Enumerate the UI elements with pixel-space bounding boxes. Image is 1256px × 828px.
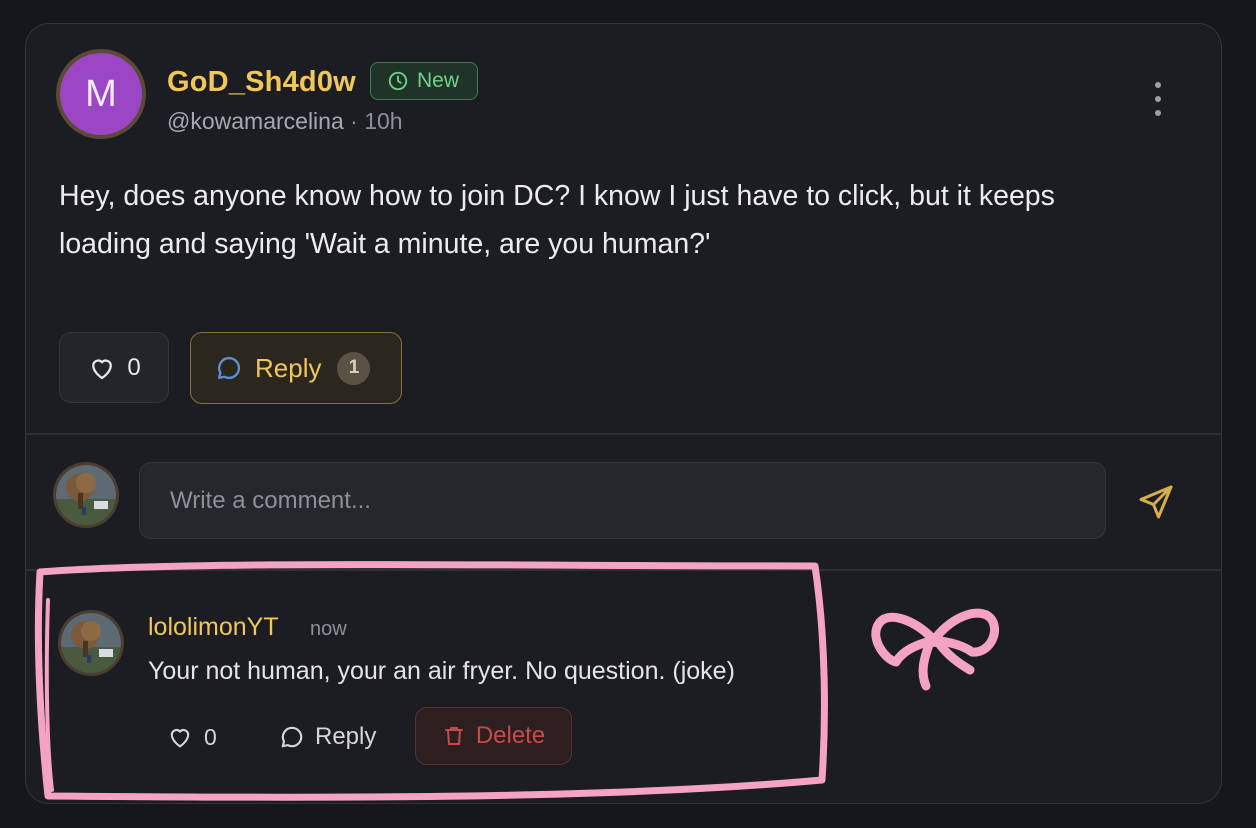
comment-reply-label: Reply: [315, 723, 377, 750]
author-handle[interactable]: @kowamarcelina: [167, 108, 344, 134]
commenter-avatar[interactable]: [61, 613, 121, 673]
comment-like-button[interactable]: 0: [166, 720, 217, 754]
post-text-line: loading and saying 'Wait a minute, are y…: [59, 228, 711, 260]
like-button[interactable]: 0: [59, 332, 169, 403]
send-button[interactable]: [1134, 480, 1178, 524]
like-count: 0: [127, 353, 141, 381]
reply-label: Reply: [255, 352, 322, 383]
more-options-icon[interactable]: [1146, 82, 1170, 116]
post-body: Hey, does anyone know how to join DC? I …: [59, 172, 1179, 268]
reply-count-badge: 1: [337, 351, 371, 385]
clock-icon: [388, 71, 408, 91]
new-badge: New: [370, 62, 479, 100]
divider: [26, 569, 1221, 571]
comment-text: Your not human, your an air fryer. No qu…: [148, 657, 735, 685]
author-name[interactable]: GoD_Sh4d0w: [167, 66, 356, 99]
delete-label: Delete: [475, 722, 546, 749]
chat-bubble-icon: [281, 726, 303, 748]
heart-icon: [170, 729, 190, 748]
badge-label: New: [417, 69, 460, 92]
chat-bubble-icon: [217, 356, 241, 380]
post-card: M GoD_Sh4d0w New @kowamarcelina · 10h He…: [25, 23, 1222, 804]
divider: [26, 433, 1221, 435]
post-time: 10h: [364, 108, 403, 134]
current-user-avatar[interactable]: [56, 465, 116, 525]
avatar-letter: M: [85, 72, 117, 115]
trash-icon: [444, 727, 463, 745]
comment-delete-button[interactable]: Delete: [415, 707, 572, 765]
comment-time: now: [310, 618, 347, 640]
post-text-line: Hey, does anyone know how to join DC? I …: [59, 180, 1055, 212]
author-avatar[interactable]: M: [60, 53, 142, 135]
comment-reply-button[interactable]: Reply: [279, 720, 376, 754]
heart-icon: [92, 358, 113, 379]
meta-separator: ·: [343, 108, 365, 134]
comment-like-count: 0: [204, 723, 217, 750]
reply-button[interactable]: Reply 1: [190, 332, 402, 404]
commenter-name[interactable]: lololimonYT: [148, 613, 279, 642]
send-icon: [1139, 485, 1173, 519]
comment-input[interactable]: [139, 462, 1106, 539]
author-meta: @kowamarcelina · 10h: [167, 108, 403, 135]
